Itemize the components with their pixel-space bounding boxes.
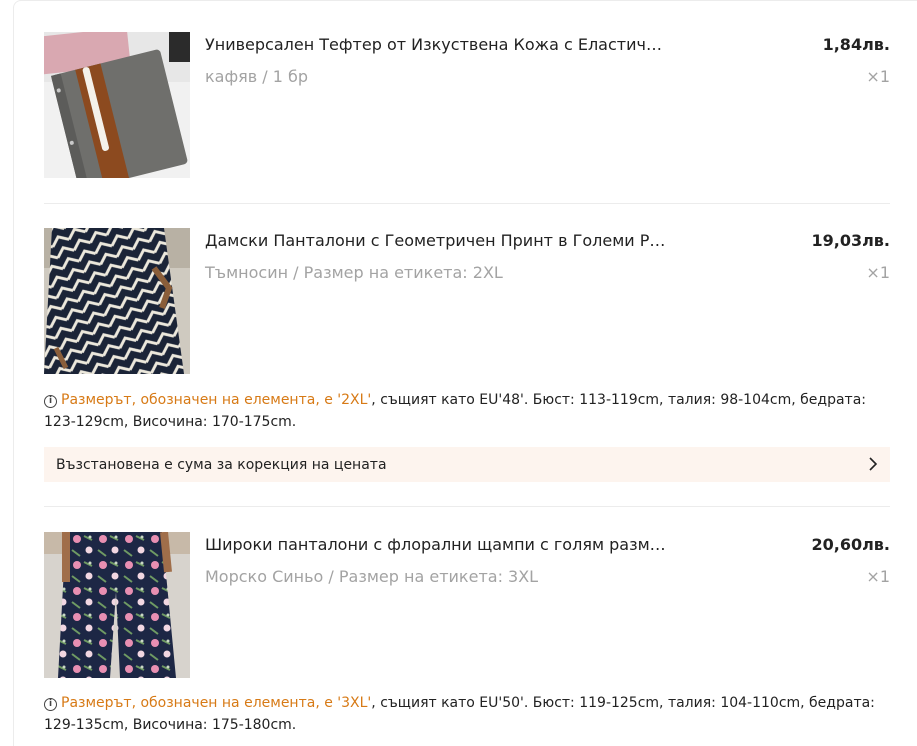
product-price: 20,60лв. bbox=[811, 535, 890, 554]
product-title[interactable]: Универсален Тефтер от Изкуствена Кожа с … bbox=[205, 35, 670, 55]
size-note-highlight: Размерът, обозначен на елемента, е '2XL' bbox=[61, 392, 372, 408]
list-item[interactable]: Широки панталони с флорални щампи с голя… bbox=[44, 532, 890, 678]
product-quantity: ×1 bbox=[866, 567, 890, 586]
price-adjustment-banner[interactable]: Възстановена е сума за корекция на ценат… bbox=[44, 447, 890, 482]
product-variant: кафяв / 1 бр bbox=[205, 67, 309, 86]
product-variant: Морско Синьо / Размер на етикета: 3XL bbox=[205, 567, 539, 586]
geometric-pants-image[interactable] bbox=[44, 228, 190, 374]
product-price: 1,84лв. bbox=[822, 35, 890, 54]
list-item[interactable]: Универсален Тефтер от Изкуствена Кожа с … bbox=[44, 32, 890, 178]
product-quantity: ×1 bbox=[866, 67, 890, 86]
size-note: i Размерът, обозначен на елемента, е '3XL… bbox=[44, 692, 890, 736]
info-icon: i bbox=[44, 698, 57, 711]
notebook-image[interactable] bbox=[44, 32, 190, 178]
product-title[interactable]: Дамски Панталони с Геометричен Принт в Г… bbox=[205, 231, 670, 251]
size-note: i Размерът, обозначен на елемента, е '2XL… bbox=[44, 389, 890, 433]
product-variant: Тъмносин / Размер на етикета: 2XL bbox=[205, 263, 503, 282]
product-title[interactable]: Широки панталони с флорални щампи с голя… bbox=[205, 535, 670, 555]
list-item[interactable]: Дамски Панталони с Геометричен Принт в Г… bbox=[44, 228, 890, 374]
info-icon: i bbox=[44, 395, 57, 408]
product-quantity: ×1 bbox=[866, 263, 890, 282]
chevron-right-icon bbox=[869, 457, 878, 471]
divider bbox=[44, 203, 890, 204]
floral-pants-image[interactable] bbox=[44, 532, 190, 678]
price-adjustment-text: Възстановена е сума за корекция на ценат… bbox=[56, 457, 387, 473]
size-note-highlight: Размерът, обозначен на елемента, е '3XL' bbox=[61, 695, 372, 711]
product-price: 19,03лв. bbox=[811, 231, 890, 250]
divider bbox=[44, 506, 890, 507]
